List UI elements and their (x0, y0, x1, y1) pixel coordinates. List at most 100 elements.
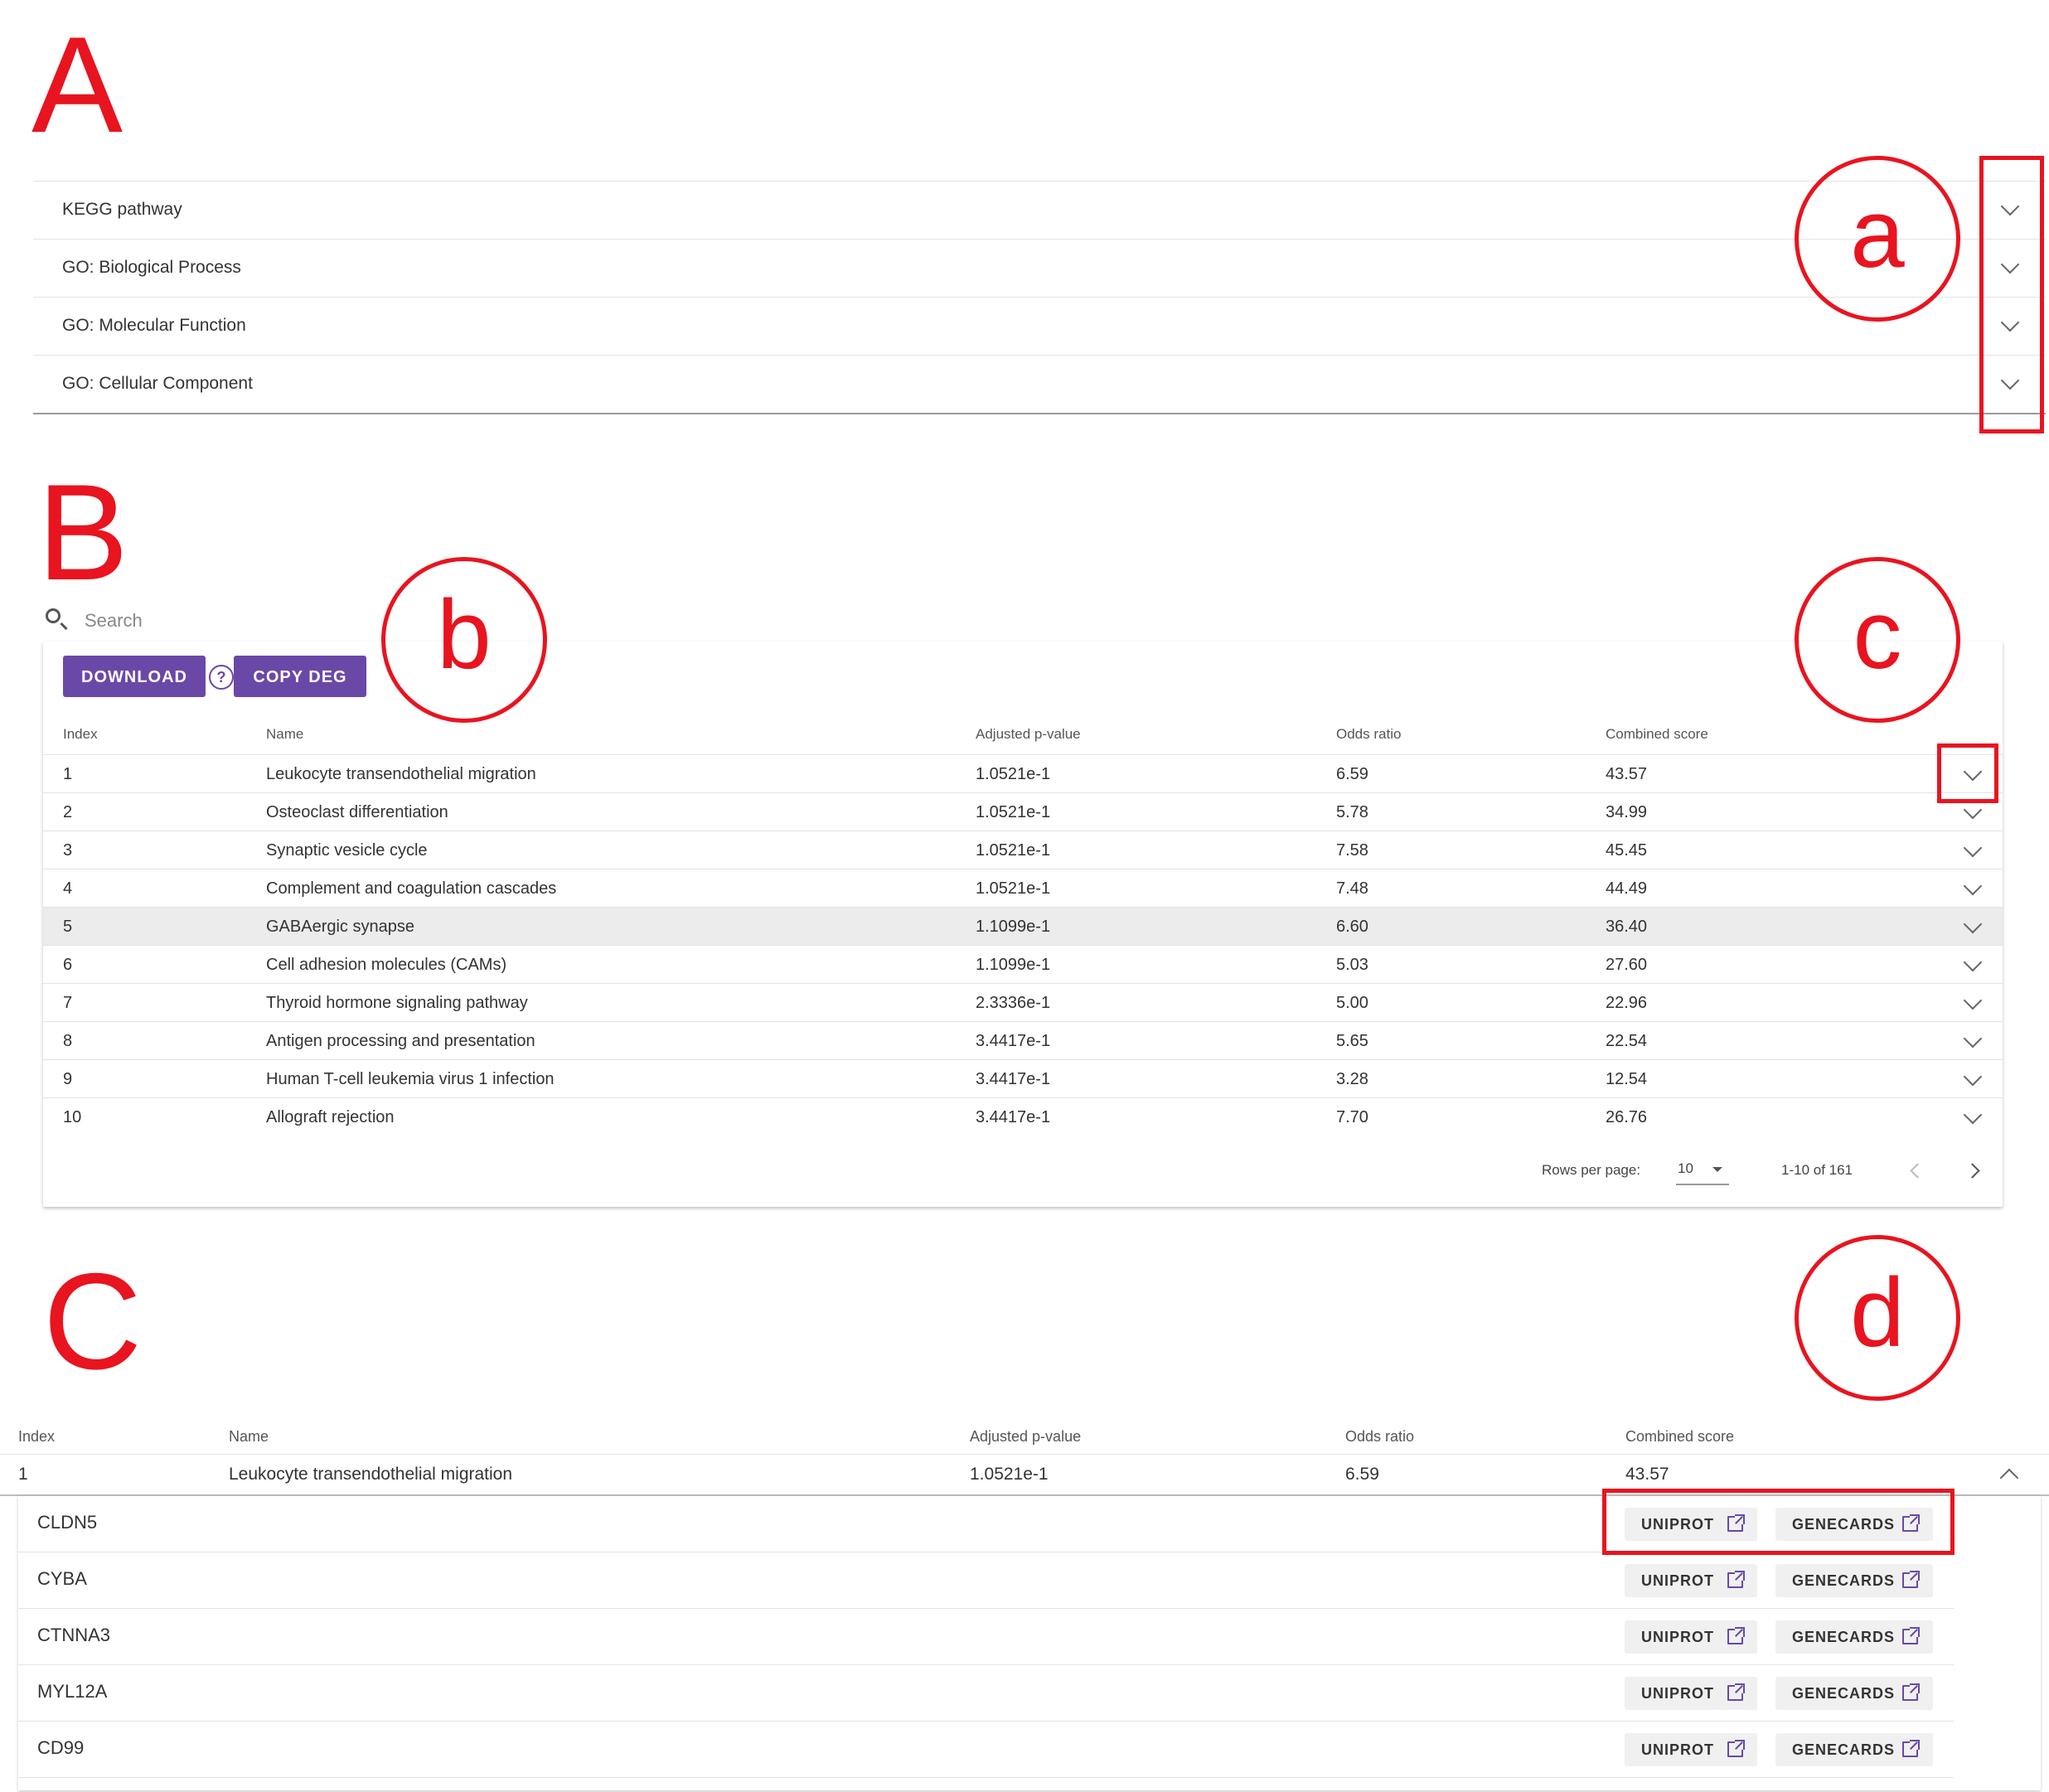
genecards-link-button[interactable]: GENECARDS (1775, 1620, 1933, 1654)
search-icon (46, 608, 61, 623)
cell-adjusted-p-value: 1.0521e-1 (976, 879, 1051, 898)
genecards-link-button[interactable]: GENECARDS (1775, 1564, 1933, 1597)
table-row[interactable]: 7 Thyroid hormone signaling pathway 2.3336… (43, 983, 2003, 1022)
search-input[interactable] (83, 603, 335, 638)
gene-row: MYL12A UNIPROT GENECARDS (18, 1664, 1954, 1722)
chevron-up-icon[interactable] (1999, 1468, 2019, 1488)
cell-adjusted-p-value: 1.0521e-1 (976, 841, 1051, 860)
gene-row: CTNNA3 UNIPROT GENECARDS (18, 1608, 1954, 1665)
copy-deg-button[interactable]: COPY DEG (234, 656, 366, 697)
cell-adjusted-p-value: 2.3336e-1 (976, 994, 1051, 1012)
chevron-down-icon[interactable] (1963, 990, 1983, 1010)
external-link-icon (1727, 1683, 1745, 1701)
accordion-item-label: GO: Molecular Function (62, 316, 246, 335)
cell-index: 2 (63, 803, 73, 821)
rows-per-page-select[interactable]: 10 (1676, 1155, 1729, 1185)
gene-name: MYL12A (37, 1681, 108, 1702)
column-header-index[interactable]: Index (18, 1428, 55, 1446)
table-row[interactable]: 9 Human T-cell leukemia virus 1 infection… (43, 1059, 2003, 1098)
cell-name: Thyroid hormone signaling pathway (266, 994, 528, 1012)
chevron-left-icon[interactable] (1910, 1163, 1925, 1179)
table-row[interactable]: 4 Complement and coagulation cascades 1.05… (43, 869, 2003, 908)
panel-label-a: A (31, 8, 124, 161)
accordion-item-label: GO: Biological Process (62, 258, 241, 277)
cell-odds-ratio: 3.28 (1336, 1070, 1368, 1088)
cell-name: Antigen processing and presentation (266, 1032, 535, 1050)
column-header-odds-ratio[interactable]: Odds ratio (1336, 726, 1401, 743)
column-header-combined-score[interactable]: Combined score (1606, 726, 1708, 743)
cell-index: 5 (63, 918, 73, 936)
cell-adjusted-p-value: 3.4417e-1 (976, 1108, 1051, 1126)
column-header-name[interactable]: Name (229, 1428, 269, 1446)
cell-odds-ratio: 5.03 (1336, 956, 1368, 974)
chevron-down-icon[interactable] (1963, 876, 1983, 896)
column-header-odds-ratio[interactable]: Odds ratio (1345, 1428, 1414, 1446)
cell-odds-ratio: 5.00 (1336, 994, 1368, 1012)
genecards-link-button[interactable]: GENECARDS (1775, 1677, 1933, 1710)
uniprot-link-button-label: UNIPROT (1641, 1572, 1714, 1589)
annotation-box-gene-links (1602, 1489, 1955, 1555)
annotation-circle-a: a (1795, 156, 1960, 322)
accordion-item-go-mf[interactable]: GO: Molecular Function (33, 297, 2046, 355)
dropdown-arrow-icon (1712, 1167, 1722, 1172)
table-row[interactable]: 3 Synaptic vesicle cycle 1.0521e-1 7.58 45.4… (43, 831, 2003, 869)
enrichment-accordion: KEGG pathway GO: Biological Process GO: … (33, 181, 2046, 414)
cell-adjusted-p-value: 1.0521e-1 (976, 765, 1051, 783)
download-button[interactable]: DOWNLOAD (63, 656, 206, 697)
chevron-right-icon[interactable] (1964, 1163, 1980, 1179)
chevron-down-icon[interactable] (1963, 1029, 1983, 1049)
cell-index: 1 (18, 1465, 28, 1484)
table-row[interactable]: 8 Antigen processing and presentation 3.44… (43, 1021, 2003, 1060)
genecards-link-button-label: GENECARDS (1792, 1572, 1896, 1589)
table-row[interactable]: 10 Allograft rejection 3.4417e-1 7.70 26.76 (43, 1097, 2003, 1136)
help-icon[interactable]: ? (209, 665, 234, 690)
column-header-combined-score[interactable]: Combined score (1625, 1428, 1734, 1446)
table-row[interactable]: 6 Cell adhesion molecules (CAMs) 1.1099e-1… (43, 945, 2003, 984)
table-row[interactable]: 2 Osteoclast differentiation 1.0521e-1 5.78… (43, 792, 2003, 831)
uniprot-link-button-label: UNIPROT (1641, 1685, 1714, 1702)
external-link-icon (1902, 1627, 1920, 1644)
cell-name: Synaptic vesicle cycle (266, 841, 428, 860)
chevron-down-icon[interactable] (1963, 1067, 1983, 1087)
cell-odds-ratio: 5.78 (1336, 803, 1368, 821)
cell-name: Osteoclast differentiation (266, 803, 448, 821)
cell-name: GABAergic synapse (266, 918, 414, 936)
column-header-index[interactable]: Index (63, 726, 98, 743)
accordion-item-kegg[interactable]: KEGG pathway (33, 181, 2046, 239)
results-table-card: DOWNLOAD ? COPY DEG Index Name Adjusted … (43, 642, 2003, 1207)
annotation-box-expand-icons (1979, 156, 2044, 433)
cell-name: Human T-cell leukemia virus 1 infection (266, 1070, 555, 1088)
cell-combined-score: 22.54 (1606, 1032, 1648, 1050)
annotation-circle-d: d (1795, 1235, 1960, 1401)
cell-name: Cell adhesion molecules (CAMs) (266, 956, 507, 974)
pagination-range: 1-10 of 161 (1781, 1162, 1853, 1178)
cell-combined-score: 43.57 (1625, 1465, 1669, 1484)
uniprot-link-button[interactable]: UNIPROT (1625, 1620, 1757, 1654)
accordion-item-go-bp[interactable]: GO: Biological Process (33, 239, 2046, 297)
column-header-name[interactable]: Name (266, 726, 303, 743)
cell-index: 9 (63, 1070, 73, 1088)
cell-index: 1 (63, 765, 73, 783)
cell-index: 3 (63, 841, 73, 860)
cell-odds-ratio: 7.70 (1336, 1108, 1368, 1126)
external-link-icon (1902, 1683, 1920, 1701)
genecards-link-button[interactable]: GENECARDS (1775, 1733, 1933, 1766)
table-row[interactable]: 1 Leukocyte transendothelial migration 1.0… (43, 754, 2003, 793)
uniprot-link-button[interactable]: UNIPROT (1625, 1564, 1757, 1597)
uniprot-link-button[interactable]: UNIPROT (1625, 1733, 1757, 1766)
uniprot-link-button[interactable]: UNIPROT (1625, 1677, 1757, 1710)
cell-combined-score: 43.57 (1606, 765, 1648, 783)
gene-name: CD99 (37, 1737, 85, 1758)
chevron-down-icon[interactable] (1963, 1105, 1983, 1125)
cell-name: Leukocyte transendothelial migration (229, 1465, 513, 1484)
chevron-down-icon[interactable] (1963, 838, 1983, 858)
column-header-adjusted-p-value[interactable]: Adjusted p-value (970, 1428, 1081, 1446)
annotation-box-row-expand (1937, 743, 1998, 803)
table-row[interactable]: 5 GABAergic synapse 1.1099e-1 6.60 36.40 (43, 907, 2003, 946)
cell-combined-score: 26.76 (1606, 1108, 1648, 1126)
column-header-adjusted-p-value[interactable]: Adjusted p-value (976, 726, 1081, 743)
chevron-down-icon[interactable] (1963, 914, 1983, 934)
accordion-item-go-cc[interactable]: GO: Cellular Component (33, 355, 2046, 413)
chevron-down-icon[interactable] (1963, 800, 1983, 820)
chevron-down-icon[interactable] (1963, 952, 1983, 972)
